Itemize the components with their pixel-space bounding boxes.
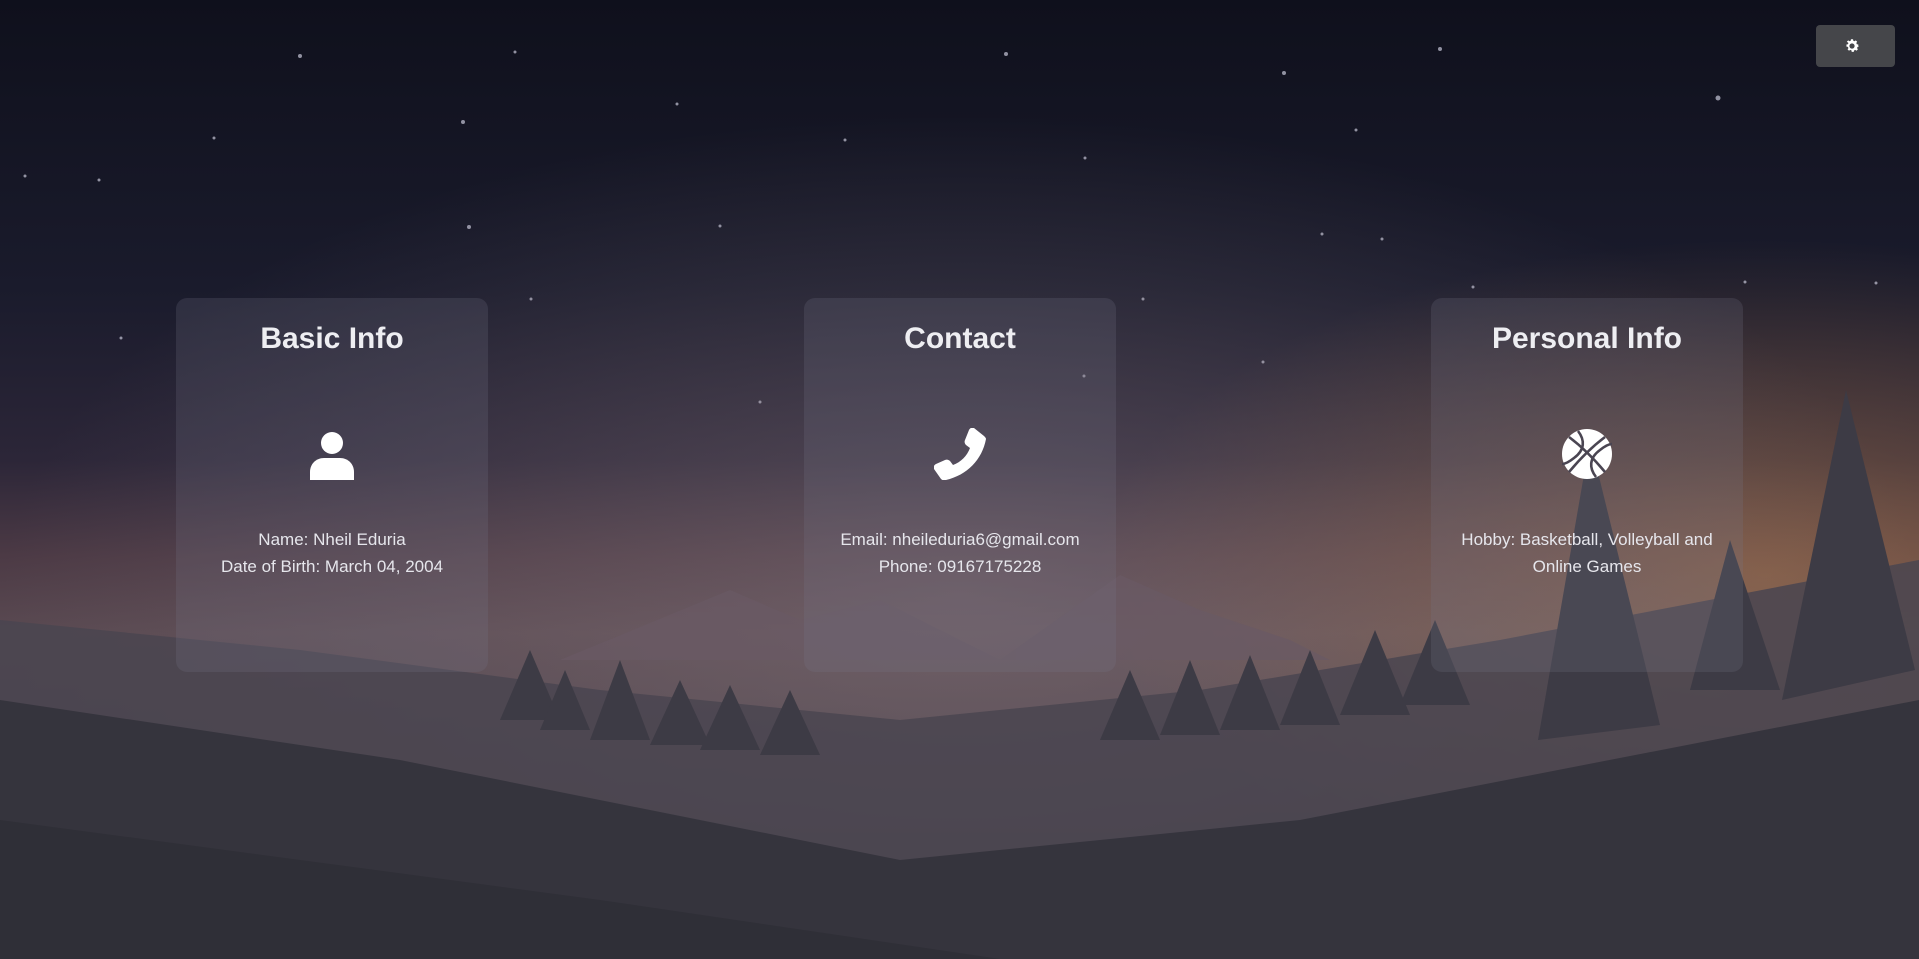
card-title: Basic Info bbox=[260, 322, 404, 355]
card-details: Email: nheileduria6@gmail.com Phone: 091… bbox=[820, 526, 1100, 580]
hobby-text: Hobby: Basketball, Volleyball and Online… bbox=[1461, 530, 1713, 576]
date-of-birth-text: Date of Birth: March 04, 2004 bbox=[220, 557, 444, 576]
card-details: Name: Nheil Eduria Date of Birth: March … bbox=[192, 526, 472, 580]
basketball-icon bbox=[1561, 428, 1613, 480]
contact-card: Contact Email: nheileduria6@gmail.com Ph… bbox=[804, 298, 1116, 672]
basic-info-card: Basic Info Name: Nheil Eduria Date of Bi… bbox=[176, 298, 488, 672]
phone-text: Phone: 09167175228 bbox=[878, 557, 1042, 576]
card-title: Personal Info bbox=[1491, 322, 1683, 355]
email-text: Email: nheileduria6@gmail.com bbox=[840, 530, 1080, 549]
user-icon bbox=[306, 428, 358, 480]
name-text: Name: Nheil Eduria bbox=[258, 530, 406, 549]
card-details: Hobby: Basketball, Volleyball and Online… bbox=[1447, 526, 1727, 580]
theme-toggle-button[interactable] bbox=[1816, 25, 1895, 67]
gear-icon bbox=[1843, 37, 1861, 55]
personal-info-card: Personal Info Hobby: Basketball, Volleyb… bbox=[1431, 298, 1743, 672]
phone-icon bbox=[934, 428, 986, 480]
card-title: Contact bbox=[904, 322, 1016, 355]
